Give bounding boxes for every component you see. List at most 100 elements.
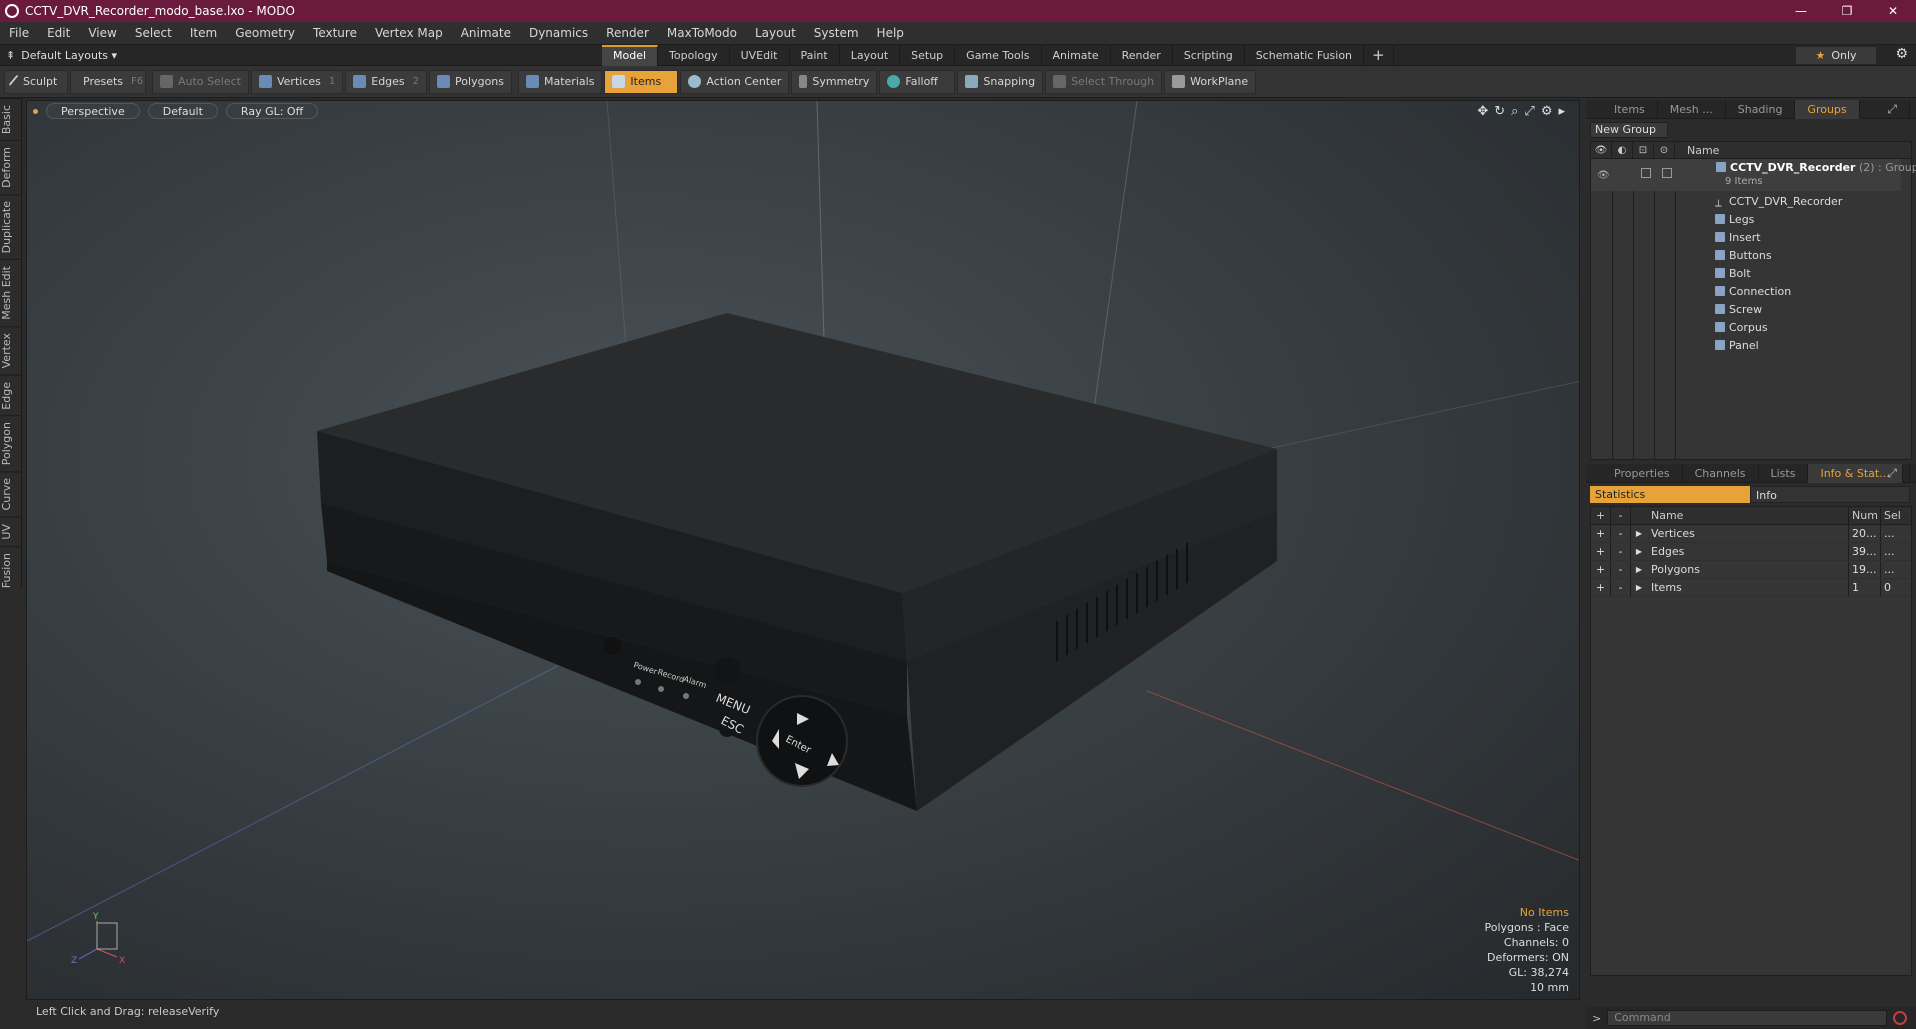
tooltab-mesh-edit[interactable]: Mesh Edit [0, 259, 22, 327]
gear-icon[interactable]: ⚙ [1895, 46, 1908, 62]
tab-schematic-fusion[interactable]: Schematic Fusion [1245, 45, 1365, 66]
menu-animate[interactable]: Animate [452, 26, 520, 40]
menu-vertex-map[interactable]: Vertex Map [366, 26, 452, 40]
tab-layout[interactable]: Layout [840, 45, 901, 66]
expand-panel-icon[interactable]: ⤢ [1875, 100, 1910, 119]
sculpt-button[interactable]: Sculpt [4, 69, 68, 94]
tooltab-polygon[interactable]: Polygon [0, 415, 22, 472]
menu-select[interactable]: Select [126, 26, 181, 40]
stats-row-vertices[interactable]: + - ▶ Vertices 20... ... [1591, 525, 1911, 543]
add-icon[interactable]: + [1591, 561, 1611, 578]
group-row[interactable]: 👁 CCTV_DVR_Recorder (2) : Group 9 Items [1591, 159, 1916, 191]
tree-item[interactable]: ⟂ CCTV_DVR_Recorder [1675, 193, 1901, 211]
tab-render[interactable]: Render [1111, 45, 1173, 66]
tooltab-fusion[interactable]: Fusion [0, 545, 22, 594]
command-input[interactable]: Command [1607, 1010, 1888, 1026]
stats-row-polygons[interactable]: + - ▶ Polygons 19... ... [1591, 561, 1911, 579]
viewport-more-icon[interactable]: ▸ [1558, 104, 1565, 119]
fit-view-icon[interactable]: ⤢ [1524, 104, 1534, 119]
collapse-all-icon[interactable]: - [1611, 507, 1631, 524]
eye-icon[interactable]: 👁 [1597, 167, 1610, 185]
items-button[interactable]: Items [604, 69, 679, 94]
tab-mesh[interactable]: Mesh ... [1658, 99, 1726, 119]
tooltab-curve[interactable]: Curve [0, 471, 22, 517]
expand-all-icon[interactable]: + [1591, 507, 1611, 524]
remove-icon[interactable]: - [1611, 561, 1631, 578]
select-through-button[interactable]: Select Through [1045, 69, 1163, 94]
add-icon[interactable]: + [1591, 525, 1611, 542]
menu-layout[interactable]: Layout [746, 26, 805, 40]
presets-button[interactable]: Presets F6 [70, 69, 146, 94]
falloff-button[interactable]: Falloff [879, 69, 956, 94]
subtab-info[interactable]: Info [1750, 486, 1910, 503]
3d-viewport[interactable]: Power Record Alarm MENU ESC Enter Perspe… [26, 100, 1580, 1000]
tree-item[interactable]: Connection [1675, 283, 1901, 301]
select-col-icon[interactable]: ⊙ [1654, 142, 1675, 158]
menu-dynamics[interactable]: Dynamics [520, 26, 597, 40]
expand-arrow-icon[interactable]: ▶ [1631, 561, 1647, 578]
edges-button[interactable]: Edges 2 [345, 69, 428, 94]
subtab-statistics[interactable]: Statistics [1590, 486, 1750, 503]
menu-edit[interactable]: Edit [38, 26, 79, 40]
expand-arrow-icon[interactable]: ▶ [1631, 543, 1647, 560]
tree-item[interactable]: Insert [1675, 229, 1901, 247]
visibility-col-icon[interactable]: 👁 [1591, 142, 1612, 158]
layout-preset-dropdown[interactable]: Default Layouts ▾ [21, 49, 117, 62]
menu-item[interactable]: Item [181, 26, 226, 40]
zoom-view-icon[interactable]: ⌕ [1511, 104, 1518, 119]
tooltab-deform[interactable]: Deform [0, 140, 22, 195]
tooltab-basic[interactable]: Basic [0, 98, 22, 141]
tree-item[interactable]: Corpus [1675, 319, 1901, 337]
remove-icon[interactable]: - [1611, 525, 1631, 542]
expand-arrow-icon[interactable]: ▶ [1631, 579, 1647, 596]
lock-col-icon[interactable]: ⊡ [1633, 142, 1654, 158]
add-icon[interactable]: + [1591, 543, 1611, 560]
raygl-toggle[interactable]: Ray GL: Off [225, 103, 319, 119]
remove-icon[interactable]: - [1611, 579, 1631, 596]
new-group-button[interactable]: New Group [1590, 122, 1668, 138]
tooltab-duplicate[interactable]: Duplicate [0, 194, 22, 260]
name-column-header[interactable]: Name [1675, 142, 1911, 158]
materials-button[interactable]: Materials [518, 69, 603, 94]
auto-select-button[interactable]: Auto Select [152, 69, 249, 94]
viewport-settings-icon[interactable]: ⚙ [1541, 104, 1553, 119]
tab-items[interactable]: Items [1602, 99, 1658, 119]
menu-texture[interactable]: Texture [304, 26, 366, 40]
rotate-view-icon[interactable]: ↻ [1494, 104, 1505, 119]
tab-scripting[interactable]: Scripting [1173, 45, 1245, 66]
tab-model[interactable]: Model [602, 45, 659, 66]
tab-paint[interactable]: Paint [790, 45, 840, 66]
menu-maxtomodo[interactable]: MaxToModo [658, 26, 746, 40]
viewport-scene[interactable]: Power Record Alarm MENU ESC Enter [27, 101, 1580, 1000]
tree-item[interactable]: Screw [1675, 301, 1901, 319]
add-icon[interactable]: + [1591, 579, 1611, 596]
view-perspective-dropdown[interactable]: Perspective [46, 103, 140, 119]
vertices-button[interactable]: Vertices 1 [250, 69, 344, 94]
lock-checkbox[interactable] [1641, 168, 1651, 178]
tab-groups[interactable]: Groups [1795, 99, 1860, 119]
action-center-button[interactable]: Action Center [680, 69, 790, 94]
tab-game-tools[interactable]: Game Tools [955, 45, 1042, 66]
tab-lists[interactable]: Lists [1759, 463, 1809, 483]
expand-arrow-icon[interactable]: ▶ [1631, 525, 1647, 542]
menu-geometry[interactable]: Geometry [226, 26, 304, 40]
maximize-button[interactable]: ❐ [1824, 0, 1870, 22]
snapping-button[interactable]: Snapping [957, 69, 1044, 94]
shading-default-dropdown[interactable]: Default [147, 103, 218, 119]
close-button[interactable]: ✕ [1870, 0, 1916, 22]
menu-render[interactable]: Render [597, 26, 658, 40]
stats-row-edges[interactable]: + - ▶ Edges 39... ... [1591, 543, 1911, 561]
remove-icon[interactable]: - [1611, 543, 1631, 560]
tooltab-vertex[interactable]: Vertex [0, 326, 22, 375]
add-tab-button[interactable]: + [1364, 45, 1394, 66]
tab-shading[interactable]: Shading [1726, 99, 1796, 119]
tree-item[interactable]: Panel [1675, 337, 1901, 355]
render-col-icon[interactable]: ◐ [1612, 142, 1633, 158]
tree-item[interactable]: Legs [1675, 211, 1901, 229]
tab-channels[interactable]: Channels [1683, 463, 1759, 483]
menu-view[interactable]: View [79, 26, 125, 40]
workplane-button[interactable]: WorkPlane [1164, 69, 1257, 94]
polygons-button[interactable]: Polygons [429, 69, 512, 94]
tab-properties[interactable]: Properties [1602, 463, 1683, 483]
tab-uvedit[interactable]: UVEdit [730, 45, 790, 66]
